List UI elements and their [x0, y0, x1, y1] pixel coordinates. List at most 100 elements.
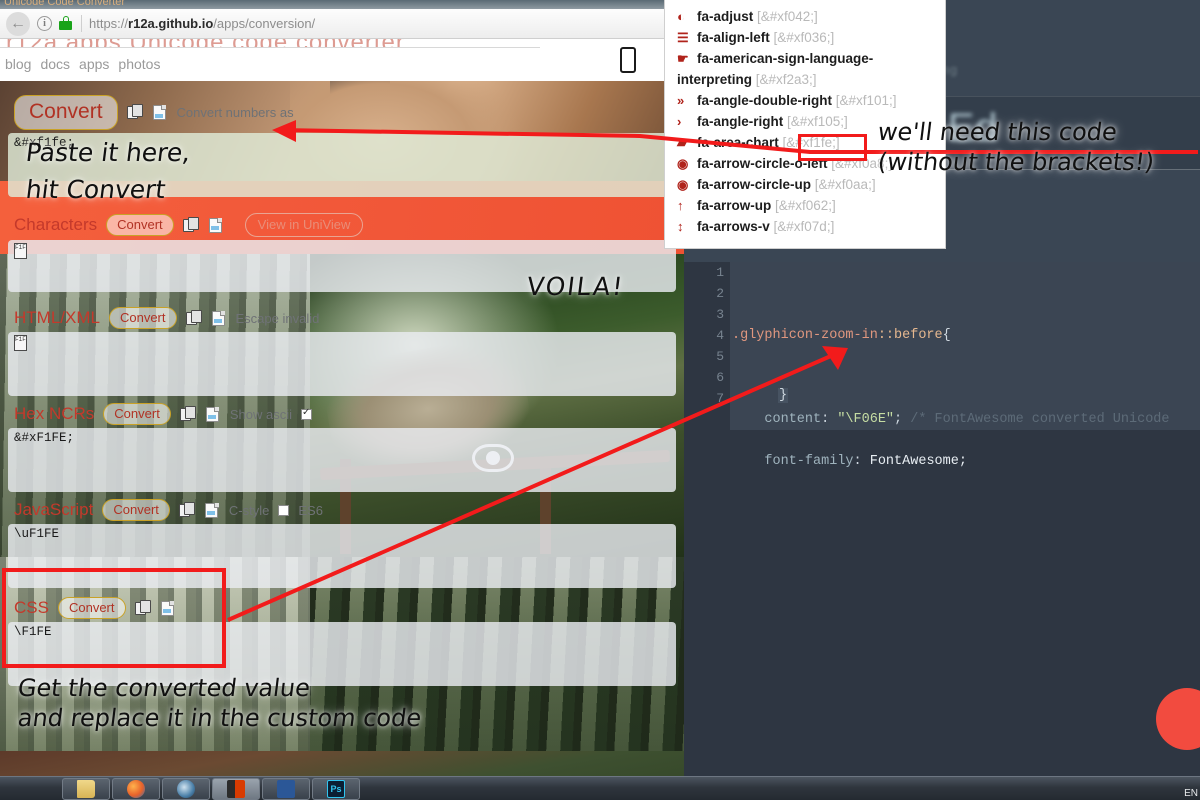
nav-item-docs[interactable]: docs: [40, 56, 70, 72]
fa-cheatsheet-item[interactable]: ☰ fa-align-left [&#xf036;]: [677, 27, 945, 48]
c-style-checkbox[interactable]: [278, 504, 290, 516]
copy-icon[interactable]: [179, 405, 197, 423]
taskbar-item-edge[interactable]: [162, 778, 210, 800]
convert-button-main[interactable]: Convert: [14, 95, 118, 130]
hex-ncrs-convert-button[interactable]: Convert: [103, 403, 171, 425]
hex-ncrs-label: Hex NCRs: [14, 404, 95, 423]
back-arrow-icon[interactable]: ←: [6, 11, 30, 36]
start-area[interactable]: [0, 776, 62, 800]
nav-item-apps[interactable]: apps: [79, 56, 109, 72]
fa-icon-code: [&#xf062;]: [775, 198, 836, 213]
copy-icon[interactable]: [182, 216, 200, 234]
copy-icon[interactable]: [185, 309, 203, 327]
page-icon[interactable]: [208, 217, 224, 234]
gutter-line-number: 6: [716, 370, 724, 385]
copy-icon[interactable]: [126, 104, 144, 121]
fa-icon-name: fa-angle-double-right: [697, 93, 836, 108]
code-editor-pane[interactable]: 1 2▼ 3 4▼ 5 6 7 .glyphicon-zoom-in::befo…: [684, 262, 1200, 776]
html-xml-convert-button[interactable]: Convert: [108, 307, 177, 329]
fa-icon-name: fa-arrow-up: [697, 198, 776, 213]
page-icon[interactable]: [152, 104, 168, 121]
taskbar-item-firefox[interactable]: [112, 778, 160, 800]
gutter-line-number: 5: [716, 349, 724, 364]
javascript-value: \uF1FE: [14, 527, 60, 541]
annotation-without-brackets: (without the brackets!): [876, 148, 1156, 176]
browser-address-bar[interactable]: ← i https://r12a.github.io/apps/conversi…: [0, 9, 684, 39]
gutter-line-number: 2▼: [684, 283, 739, 304]
highlight-box-css-row: [2, 568, 226, 668]
fa-cheatsheet-item[interactable]: ↑ fa-arrow-up [&#xf062;]: [677, 195, 945, 216]
nav-item-blog[interactable]: blog: [5, 56, 31, 72]
missing-glyph-box: F1FE: [14, 335, 27, 351]
url-text[interactable]: https://r12a.github.io/apps/conversion/: [89, 16, 315, 31]
fa-icon-name: fa-arrows-v: [697, 219, 774, 234]
html-xml-hint: Escape invalid: [235, 310, 320, 326]
fa-cheatsheet-item[interactable]: » fa-angle-double-right [&#xf101;]: [677, 90, 945, 111]
windows-taskbar[interactable]: Ps EN: [0, 776, 1200, 800]
fa-icon-code: [&#xf105;]: [787, 114, 848, 129]
system-tray[interactable]: EN: [1184, 788, 1198, 799]
nav-item-photos[interactable]: photos: [118, 56, 160, 72]
missing-glyph-box: F1FE: [14, 243, 27, 259]
copy-icon[interactable]: [178, 501, 196, 519]
html-xml-label: HTML/XML: [14, 308, 100, 327]
hex-ncrs-output[interactable]: &#xF1FE;: [8, 428, 676, 492]
fa-cheatsheet-item[interactable]: ☛ fa-american-sign-language-interpreting …: [677, 48, 945, 90]
header-divider: [0, 47, 540, 48]
fa-cheatsheet-item[interactable]: ◉ fa-arrow-circle-up [&#xf0aa;]: [677, 174, 945, 195]
fa-icon-code: [&#xf036;]: [773, 30, 835, 45]
page-icon[interactable]: [204, 502, 220, 519]
taskbar-item-photoshop[interactable]: Ps: [312, 778, 360, 800]
info-circle-icon[interactable]: i: [37, 16, 52, 31]
gutter-line-number: 4▼: [684, 325, 739, 346]
taskbar-item-word[interactable]: [262, 778, 310, 800]
fa-icon-name: fa-area-chart: [697, 135, 783, 150]
view-in-uniview-button[interactable]: View in UniView: [244, 213, 364, 237]
fa-icon-code: [&#xf101;]: [835, 93, 897, 108]
fa-icon-name: fa-adjust: [697, 9, 758, 24]
fa-icon-code: [&#xf042;]: [757, 9, 818, 24]
fa-icon-name: fa-align-left: [697, 30, 774, 45]
css-comment: /* FontAwesome converted Unicode: [910, 412, 1170, 427]
site-header: r12a apps Unicode code converter blogdoc…: [0, 39, 684, 81]
fa-cheatsheet-item[interactable]: ↕ fa-arrows-v [&#xf07d;]: [677, 216, 945, 237]
css-font-value: FontAwesome;: [869, 454, 967, 469]
gutter-line-number: 3: [716, 307, 724, 322]
screen: br-section mbr-section--no-padding layou…: [0, 0, 1200, 800]
javascript-hint-2: ES6: [298, 502, 323, 518]
photoshop-icon: Ps: [327, 780, 345, 798]
characters-convert-button[interactable]: Convert: [106, 214, 174, 236]
word-icon: [277, 780, 295, 798]
mobile-phone-icon[interactable]: [620, 47, 636, 73]
page-icon[interactable]: [205, 406, 221, 423]
fa-icon-code: [&#xf0aa;]: [814, 177, 876, 192]
css-property-font-family: font-family: [764, 454, 854, 469]
characters-label: Characters: [14, 215, 98, 234]
page-icon[interactable]: [211, 310, 227, 327]
taskbar-item-office[interactable]: [212, 778, 260, 800]
css-close-brace: }: [778, 388, 789, 403]
html-xml-input[interactable]: F1FE: [8, 332, 676, 396]
show-ascii-checkbox[interactable]: [300, 407, 312, 420]
fa-align-left-icon: ☰: [677, 30, 689, 45]
site-nav[interactable]: blog docs apps photos: [5, 56, 169, 72]
fa-icon-code: [&#xf07d;]: [773, 219, 835, 234]
fa-cheatsheet-item[interactable]: ◐ fa-adjust [&#xf042;]: [677, 6, 945, 27]
code-body[interactable]: .glyphicon-zoom-in::before{ content: "\F…: [730, 262, 1200, 776]
padlock-icon: [59, 16, 72, 31]
taskbar-item-file-explorer[interactable]: [62, 778, 110, 800]
highlight-box-code: [798, 134, 867, 161]
css-property-content: content: [764, 412, 822, 427]
fa-arrow-circle-o-left-icon: ◉: [677, 156, 689, 171]
javascript-label: JavaScript: [14, 500, 94, 519]
fa-arrow-circle-up-icon: ◉: [677, 177, 689, 192]
url-domain: r12a.github.io: [128, 16, 214, 31]
fa-adjust-icon: ◐: [677, 9, 685, 24]
convert-hint: Convert numbers as: [176, 105, 294, 120]
fa-arrows-v-icon: ↕: [677, 219, 684, 234]
gutter-line-number: 7: [716, 391, 724, 406]
fa-angle-right-icon: ›: [677, 114, 682, 129]
javascript-convert-button[interactable]: Convert: [102, 499, 170, 521]
fa-area-chart-icon: ▰: [677, 135, 687, 150]
fa-icon-code: [&#xf2a3;]: [755, 72, 817, 87]
